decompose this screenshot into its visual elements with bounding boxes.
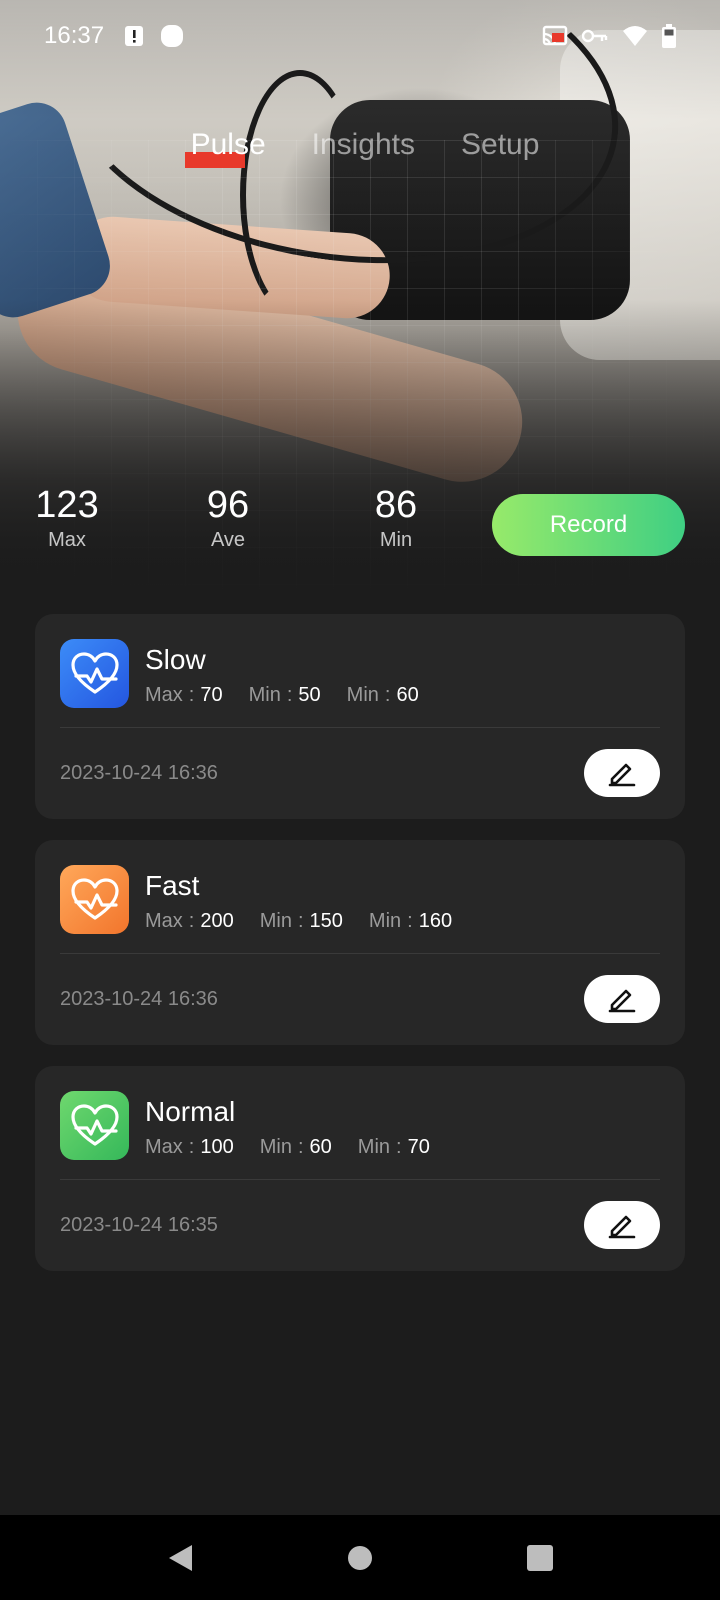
metric-max: Max:70 (145, 684, 223, 706)
metric-min: Min:150 (259, 910, 343, 932)
tab-pulse[interactable]: Pulse (184, 128, 266, 168)
pencil-icon (606, 982, 638, 1017)
record-card[interactable]: Fast Max:200 Min:150 Min:160 2023-10-24 … (35, 840, 685, 1045)
metric-min-2: Min:70 (357, 1136, 430, 1158)
status-left-icons (124, 24, 184, 48)
tab-setup-label: Setup (461, 128, 540, 161)
record-card[interactable]: Slow Max:70 Min:50 Min:60 2023-10-24 16:… (35, 614, 685, 819)
home-icon[interactable] (330, 1528, 390, 1588)
card-divider (60, 953, 660, 954)
card-divider (60, 727, 660, 728)
metric-min-2: Min:160 (368, 910, 453, 932)
stat-min: 86 Min (364, 485, 428, 552)
stat-ave-value: 96 (206, 484, 250, 526)
back-icon[interactable] (150, 1528, 210, 1588)
alert-notification-icon (124, 25, 144, 47)
tab-pulse-label: Pulse (190, 128, 266, 161)
record-date: 2023-10-24 16:35 (60, 1214, 218, 1236)
record-title: Normal (145, 1096, 236, 1127)
record-title: Fast (145, 870, 200, 901)
record-card[interactable]: Normal Max:100 Min:60 Min:70 2023-10-24 … (35, 1066, 685, 1271)
summary-stats: 123 Max 96 Ave 86 Min Record (0, 485, 720, 565)
stat-max-label: Max (48, 529, 86, 551)
heart-pulse-icon (60, 1091, 129, 1160)
pencil-icon (606, 1208, 638, 1243)
record-metrics: Max:70 Min:50 Min:60 (145, 684, 419, 707)
edit-button[interactable] (584, 749, 660, 797)
metric-max: Max:100 (145, 1136, 234, 1158)
record-date: 2023-10-24 16:36 (60, 762, 218, 784)
stat-min-label: Min (379, 529, 413, 551)
pencil-icon (606, 756, 638, 791)
record-title: Slow (145, 644, 206, 675)
app-notification-icon (160, 24, 184, 48)
status-bar: 16:37 (0, 0, 720, 72)
tab-insights[interactable]: Insights (312, 128, 415, 162)
record-button[interactable]: Record (492, 494, 685, 556)
record-metrics: Max:100 Min:60 Min:70 (145, 1136, 430, 1159)
metric-min-2: Min:60 (346, 684, 419, 706)
metric-max: Max:200 (145, 910, 234, 932)
record-metrics: Max:200 Min:150 Min:160 (145, 910, 452, 933)
status-right-icons (542, 24, 676, 48)
recents-icon[interactable] (510, 1528, 570, 1588)
tab-setup[interactable]: Setup (461, 128, 539, 162)
stat-min-value: 86 (374, 484, 418, 526)
stat-max: 123 Max (35, 485, 99, 552)
system-nav-bar (0, 1515, 720, 1600)
stat-ave-label: Ave (210, 529, 246, 551)
record-date: 2023-10-24 16:36 (60, 988, 218, 1010)
heart-pulse-icon (60, 865, 129, 934)
stat-max-value: 123 (35, 484, 99, 526)
wifi-icon (622, 25, 648, 47)
stat-ave: 96 Ave (196, 485, 260, 552)
battery-icon (662, 24, 676, 48)
heart-pulse-icon (60, 639, 129, 708)
edit-button[interactable] (584, 1201, 660, 1249)
tab-insights-label: Insights (311, 128, 416, 161)
card-divider (60, 1179, 660, 1180)
cast-icon (542, 25, 568, 47)
top-tabs: Pulse Insights Setup (0, 128, 720, 168)
vpn-key-icon (582, 28, 608, 44)
edit-button[interactable] (584, 975, 660, 1023)
metric-min: Min:50 (248, 684, 321, 706)
status-time: 16:37 (44, 22, 105, 49)
metric-min: Min:60 (259, 1136, 332, 1158)
